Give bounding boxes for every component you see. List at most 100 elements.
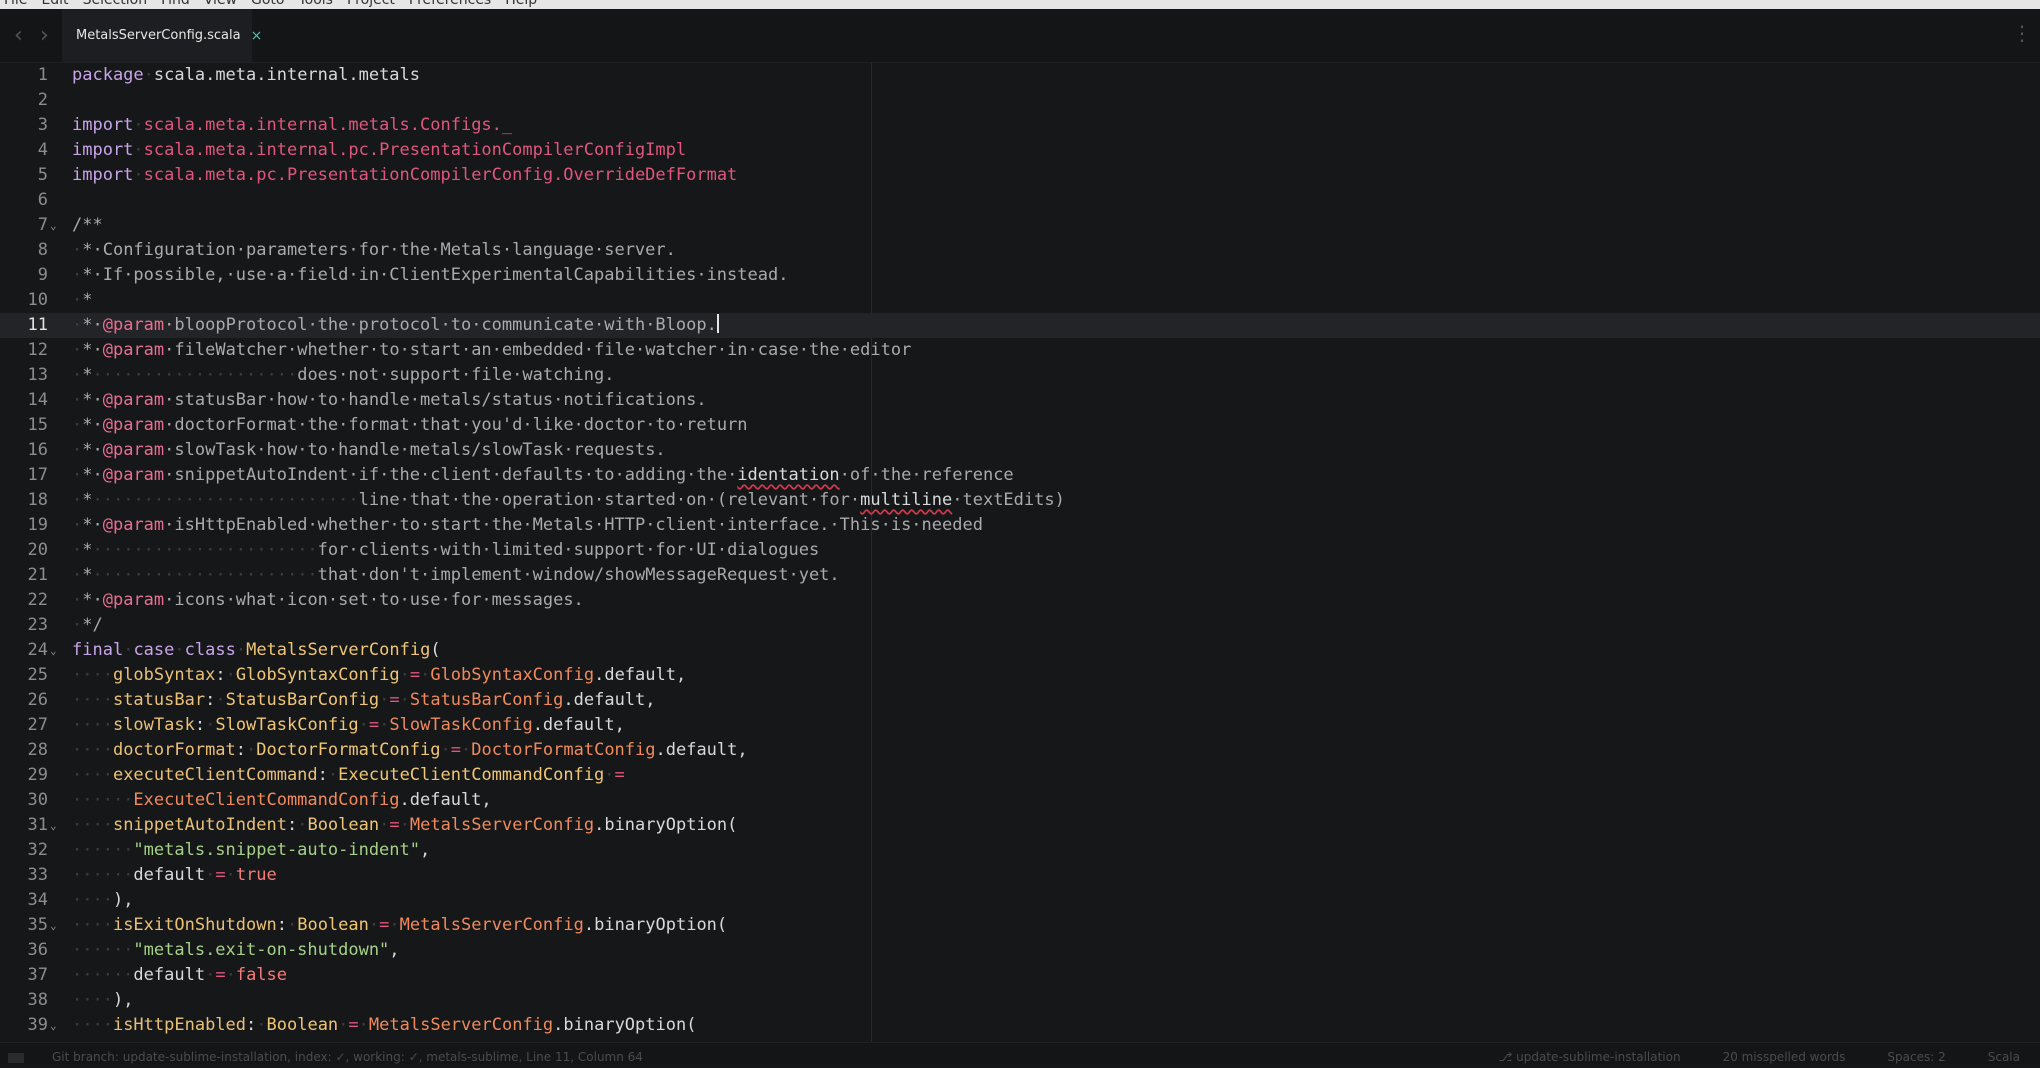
code-line[interactable]: 33 ······default·=·true (0, 863, 2040, 888)
code-line[interactable]: 24 ⌄ final·case·class·MetalsServerConfig( (0, 638, 2040, 663)
menu-item-selection[interactable]: Selection (83, 0, 148, 9)
menu-item-edit[interactable]: Edit (41, 0, 68, 9)
code-line[interactable]: 7 ⌄ /** (0, 213, 2040, 238)
token: · (205, 965, 216, 985)
menu-item-goto[interactable]: Goto (251, 0, 284, 9)
code-line[interactable]: 5 import·scala.meta.pc.PresentationCompil… (0, 163, 2040, 188)
token: · (72, 365, 83, 385)
fold-chevron-icon[interactable]: ⌄ (50, 638, 57, 663)
back-icon[interactable]: ‹ (14, 25, 23, 47)
code-line[interactable]: 19 ·*·@param·isHttpEnabled·whether·to·sta… (0, 513, 2040, 538)
code-line[interactable]: 35 ⌄ ····isExitOnShutdown:·Boolean·=·Metal… (0, 913, 2040, 938)
fold-chevron-icon[interactable]: ⌄ (50, 213, 57, 238)
code-text: ····isHttpEnabled:·Boolean·=·MetalsServe… (72, 1013, 696, 1038)
token: · (72, 415, 83, 435)
code-line[interactable]: 38 ····), (0, 988, 2040, 1013)
line-number: 12 (27, 340, 48, 360)
status-item[interactable]: 20 misspelled words (1723, 1047, 1846, 1068)
code-line[interactable]: 37 ······default·=·false (0, 963, 2040, 988)
code-line[interactable]: 14 ·*·@param·statusBar·how·to·handle·meta… (0, 388, 2040, 413)
forward-icon[interactable]: › (40, 25, 49, 47)
code-line[interactable]: 10 ·* (0, 288, 2040, 313)
code-line[interactable]: 18 ·*··························line·that·… (0, 488, 2040, 513)
token: ·textEdits) (952, 490, 1065, 510)
menu-item-find[interactable]: Find (161, 0, 190, 9)
code-line[interactable]: 3 import·scala.meta.internal.metals.Confi… (0, 113, 2040, 138)
code-line[interactable]: 36 ······"metals.exit-on-shutdown", (0, 938, 2040, 963)
panel-toggle-icon[interactable] (8, 1053, 24, 1063)
code-line[interactable]: 2 (0, 88, 2040, 113)
code-line[interactable]: 23 ·*/ (0, 613, 2040, 638)
code-line[interactable]: 27 ····slowTask:·SlowTaskConfig·=·SlowTas… (0, 713, 2040, 738)
code-line[interactable]: 12 ·*·@param·fileWatcher·whether·to·start… (0, 338, 2040, 363)
code-line[interactable]: 17 ·*·@param·snippetAutoIndent·if·the·cli… (0, 463, 2040, 488)
token: .default, (399, 790, 492, 810)
token: : (205, 690, 216, 710)
code-text: ·*·Configuration·parameters·for·the·Meta… (72, 238, 676, 263)
line-number: 4 (37, 140, 48, 160)
code-line[interactable]: 25 ····globSyntax:·GlobSyntaxConfig·=·Glo… (0, 663, 2040, 688)
code-line[interactable]: 22 ·*·@param·icons·what·icon·set·to·use·f… (0, 588, 2040, 613)
tab-bar: ‹ › MetalsServerConfig.scala × ⋮ (0, 9, 2040, 63)
token: · (225, 665, 236, 685)
code-line[interactable]: 1 package·scala.meta.internal.metals (0, 63, 2040, 88)
code-line[interactable]: 31 ⌄ ····snippetAutoIndent:·Boolean·=·Meta… (0, 813, 2040, 838)
token: */ (82, 615, 103, 635)
status-item[interactable]: ⎇ update-sublime-installation (1499, 1047, 1681, 1068)
code-line[interactable]: 15 ·*·@param·doctorFormat·the·format·that… (0, 413, 2040, 438)
code-line[interactable]: 26 ····statusBar:·StatusBarConfig·=·Statu… (0, 688, 2040, 713)
token: isHttpEnabled (112, 1015, 247, 1035)
code-line[interactable]: 16 ·*·@param·slowTask·how·to·handle·metal… (0, 438, 2040, 463)
token: *· (82, 515, 103, 535)
code-line[interactable]: 13 ·*····················does·not·support… (0, 363, 2040, 388)
fold-chevron-icon[interactable]: ⌄ (50, 913, 57, 938)
line-number: 25 (27, 665, 48, 685)
token: · (440, 740, 451, 760)
menu-item-help[interactable]: Help (505, 0, 537, 9)
token: · (72, 240, 83, 260)
token: *· (82, 415, 103, 435)
menu-item-file[interactable]: File (4, 0, 27, 9)
token: isExitOnShutdown (112, 915, 277, 935)
code-line[interactable]: 34 ····), (0, 888, 2040, 913)
code-line[interactable]: 8 ·*·Configuration·parameters·for·the·Met… (0, 238, 2040, 263)
code-line[interactable]: 29 ····executeClientCommand:·ExecuteClien… (0, 763, 2040, 788)
code-text: ····), (72, 888, 133, 913)
status-item[interactable]: Spaces: 2 (1887, 1047, 1945, 1068)
token: ·slowTask·how·to·handle·metals/slowTask·… (164, 440, 666, 460)
menu-item-view[interactable]: View (204, 0, 237, 9)
token: · (246, 740, 257, 760)
tab-metals-server-config[interactable]: MetalsServerConfig.scala × (62, 9, 262, 62)
code-line[interactable]: 4 import·scala.meta.internal.pc.Presentat… (0, 138, 2040, 163)
token: *·If·possible,·use·a·field·in·ClientExpe… (82, 265, 789, 285)
menu-item-project[interactable]: Project (347, 0, 395, 9)
token: ···· (72, 990, 113, 1010)
token: class (184, 640, 236, 660)
code-text: ·*··························line·that·th… (72, 488, 1065, 513)
code-text: ····snippetAutoIndent:·Boolean·=·MetalsS… (72, 813, 737, 838)
code-line[interactable]: 9 ·*·If·possible,·use·a·field·in·ClientEx… (0, 263, 2040, 288)
code-editor[interactable]: 1 package·scala.meta.internal.metals 2 3 imp… (0, 63, 2040, 1043)
code-line[interactable]: 28 ····doctorFormat:·DoctorFormatConfig·=… (0, 738, 2040, 763)
code-line[interactable]: 30 ······ExecuteClientCommandConfig.defau… (0, 788, 2040, 813)
status-item[interactable]: Scala (1988, 1047, 2020, 1068)
code-line[interactable]: 39 ⌄ ····isHttpEnabled:·Boolean·=·MetalsSe… (0, 1013, 2040, 1038)
code-text: package·scala.meta.internal.metals (72, 63, 420, 88)
menu-item-preferences[interactable]: Preferences (409, 0, 491, 9)
fold-chevron-icon[interactable]: ⌄ (50, 1013, 57, 1038)
close-icon[interactable]: × (251, 28, 263, 44)
token: DoctorFormatConfig (471, 740, 656, 760)
menu-item-tools[interactable]: Tools (298, 0, 333, 9)
more-menu-icon[interactable]: ⋮ (2012, 23, 2032, 43)
code-line[interactable]: 6 (0, 188, 2040, 213)
code-line[interactable]: 21 ·*······················that·don't·imp… (0, 563, 2040, 588)
token: ·statusBar·how·to·handle·metals/status·n… (164, 390, 707, 410)
code-line[interactable]: 32 ······"metals.snippet-auto-indent", (0, 838, 2040, 863)
token: DoctorFormatConfig (256, 740, 441, 760)
token: GlobSyntaxConfig (235, 665, 400, 685)
line-number: 34 (27, 890, 48, 910)
code-line[interactable]: 20 ·*······················for·clients·wi… (0, 538, 2040, 563)
code-line[interactable]: 11 ·*·@param·bloopProtocol·the·protocol·t… (0, 313, 2040, 338)
token: "metals.snippet-auto-indent" (133, 840, 420, 860)
fold-chevron-icon[interactable]: ⌄ (50, 813, 57, 838)
